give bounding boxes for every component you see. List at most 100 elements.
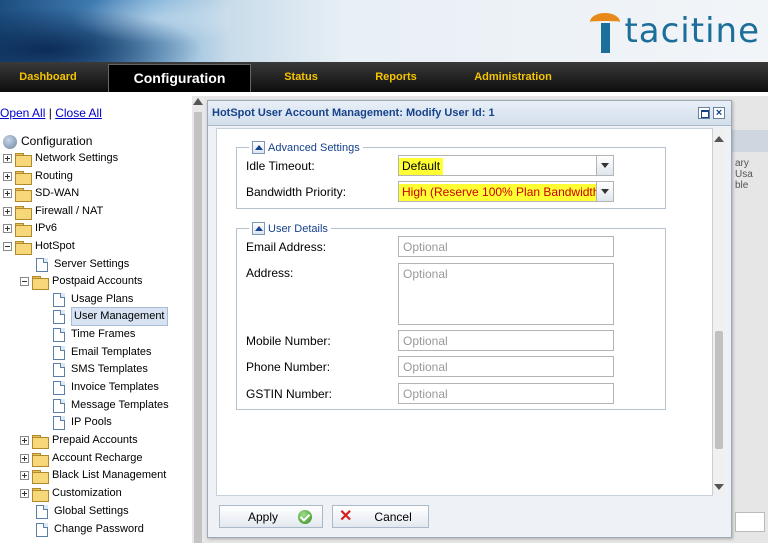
folder-icon [32,452,49,467]
dialog-title-text: HotSpot User Account Management: Modify … [212,107,495,119]
bandwidth-priority-label: Bandwidth Priority: [246,185,347,199]
expand-icon[interactable] [3,224,12,233]
scrollbar-thumb[interactable] [715,331,723,449]
tree-item-network-settings[interactable]: Network Settings [3,150,118,167]
expand-icon[interactable] [20,436,29,445]
folder-icon [32,487,49,502]
tree-item-change-password[interactable]: Change Password [36,521,144,538]
nav-dashboard[interactable]: Dashboard [0,62,96,92]
globe-banner-image [0,0,230,62]
page-icon [36,257,48,272]
tree-item-time-frames[interactable]: Time Frames [53,326,135,343]
logo-mark-icon [590,9,621,53]
background-column-text: ary Usa [735,158,753,180]
folder-open-icon [32,275,49,290]
tree-item-routing[interactable]: Routing [3,168,73,185]
collapse-icon[interactable] [3,242,12,251]
nav-configuration[interactable]: Configuration [108,64,251,92]
email-field[interactable]: Optional [398,236,614,257]
dialog-title: HotSpot User Account Management: Modify … [208,101,731,126]
mobile-label: Mobile Number: [246,334,331,348]
expand-icon[interactable] [20,454,29,463]
gstin-label: GSTIN Number: [246,387,333,401]
gstin-field[interactable]: Optional [398,383,614,404]
tree-item-postpaid-accounts[interactable]: Postpaid Accounts [20,273,143,290]
tree-item-server-settings[interactable]: Server Settings [36,256,129,273]
dialog-body: Advanced Settings Idle Timeout: Default … [216,128,713,496]
advanced-settings-legend[interactable]: Advanced Settings [249,141,363,154]
expand-icon[interactable] [3,154,12,163]
folder-icon [15,222,32,237]
page-icon [36,522,48,537]
tree-item-black-list-management[interactable]: Black List Management [20,467,166,484]
page-icon [36,504,48,519]
tree-root[interactable]: Configuration [3,133,92,150]
close-all-link[interactable]: Close All [55,106,102,120]
chevron-down-icon[interactable] [596,182,613,201]
cancel-x-icon: ✕ [339,507,353,525]
tree-item-global-settings[interactable]: Global Settings [36,503,129,520]
tree-item-user-management[interactable]: User Management [53,307,168,326]
close-icon[interactable]: × [713,107,725,119]
logo-text: tacitine [624,11,760,51]
bandwidth-priority-select[interactable]: High (Reserve 100% Plan Bandwidth [398,181,614,202]
address-textarea[interactable]: Optional [398,263,614,325]
scroll-down-arrow-icon[interactable] [714,484,724,490]
email-label: Email Address: [246,240,327,254]
expand-icon[interactable] [20,489,29,498]
nav-status[interactable]: Status [270,62,332,92]
collapse-arrow-icon[interactable] [252,222,265,235]
user-details-legend[interactable]: User Details [249,222,331,235]
cancel-button-label: Cancel [374,509,412,524]
phone-field[interactable]: Optional [398,356,614,377]
collapse-arrow-icon[interactable] [252,141,265,154]
page-icon [53,362,65,377]
dialog-footer: Apply ✕ Cancel [216,501,725,533]
idle-timeout-select[interactable]: Default [398,155,614,176]
scrollbar-thumb[interactable] [194,112,202,543]
collapse-icon[interactable] [20,277,29,286]
tree-item-sd-wan[interactable]: SD-WAN [3,185,79,202]
tree-item-usage-plans[interactable]: Usage Plans [53,291,133,308]
background-column-text: ble [735,180,749,191]
expand-icon[interactable] [3,172,12,181]
tree-item-message-templates[interactable]: Message Templates [53,397,169,414]
expand-icon[interactable] [3,189,12,198]
chevron-down-icon[interactable] [596,156,613,175]
page-icon [53,380,65,395]
tree-item-ipv6[interactable]: IPv6 [3,220,57,237]
scroll-up-arrow-icon[interactable] [714,136,724,142]
nav-reports[interactable]: Reports [364,62,428,92]
scroll-up-arrow-icon[interactable] [193,98,203,105]
tree-item-hotspot[interactable]: HotSpot [3,238,75,255]
tree-item-invoice-templates[interactable]: Invoice Templates [53,379,159,396]
expand-icon[interactable] [20,471,29,480]
folder-open-icon [15,240,32,255]
folder-icon [32,434,49,449]
sidebar-scrollbar[interactable] [192,96,204,543]
apply-button[interactable]: Apply [219,505,323,528]
folder-icon [32,469,49,484]
tree-item-account-recharge[interactable]: Account Recharge [20,450,143,467]
tree-controls: Open All | Close All [0,106,102,120]
maximize-icon[interactable] [698,107,710,119]
page-icon [53,345,65,360]
nav-administration[interactable]: Administration [465,62,561,92]
cancel-button[interactable]: ✕ Cancel [332,505,429,528]
apply-button-label: Apply [248,509,279,524]
tree-item-customization[interactable]: Customization [20,485,122,502]
tree-item-sms-templates[interactable]: SMS Templates [53,361,148,378]
tree-item-prepaid-accounts[interactable]: Prepaid Accounts [20,432,138,449]
configuration-icon [3,134,17,149]
page-icon [53,309,65,324]
dialog-scrollbar[interactable] [713,128,725,496]
page-icon [53,415,65,430]
tree-item-ip-pools[interactable]: IP Pools [53,414,112,431]
tree-item-firewall-nat[interactable]: Firewall / NAT [3,203,103,220]
tree-item-email-templates[interactable]: Email Templates [53,344,152,361]
open-all-link[interactable]: Open All [0,106,45,120]
mobile-field[interactable]: Optional [398,330,614,351]
modify-user-dialog: HotSpot User Account Management: Modify … [207,100,732,538]
expand-icon[interactable] [3,207,12,216]
background-input [735,512,765,532]
